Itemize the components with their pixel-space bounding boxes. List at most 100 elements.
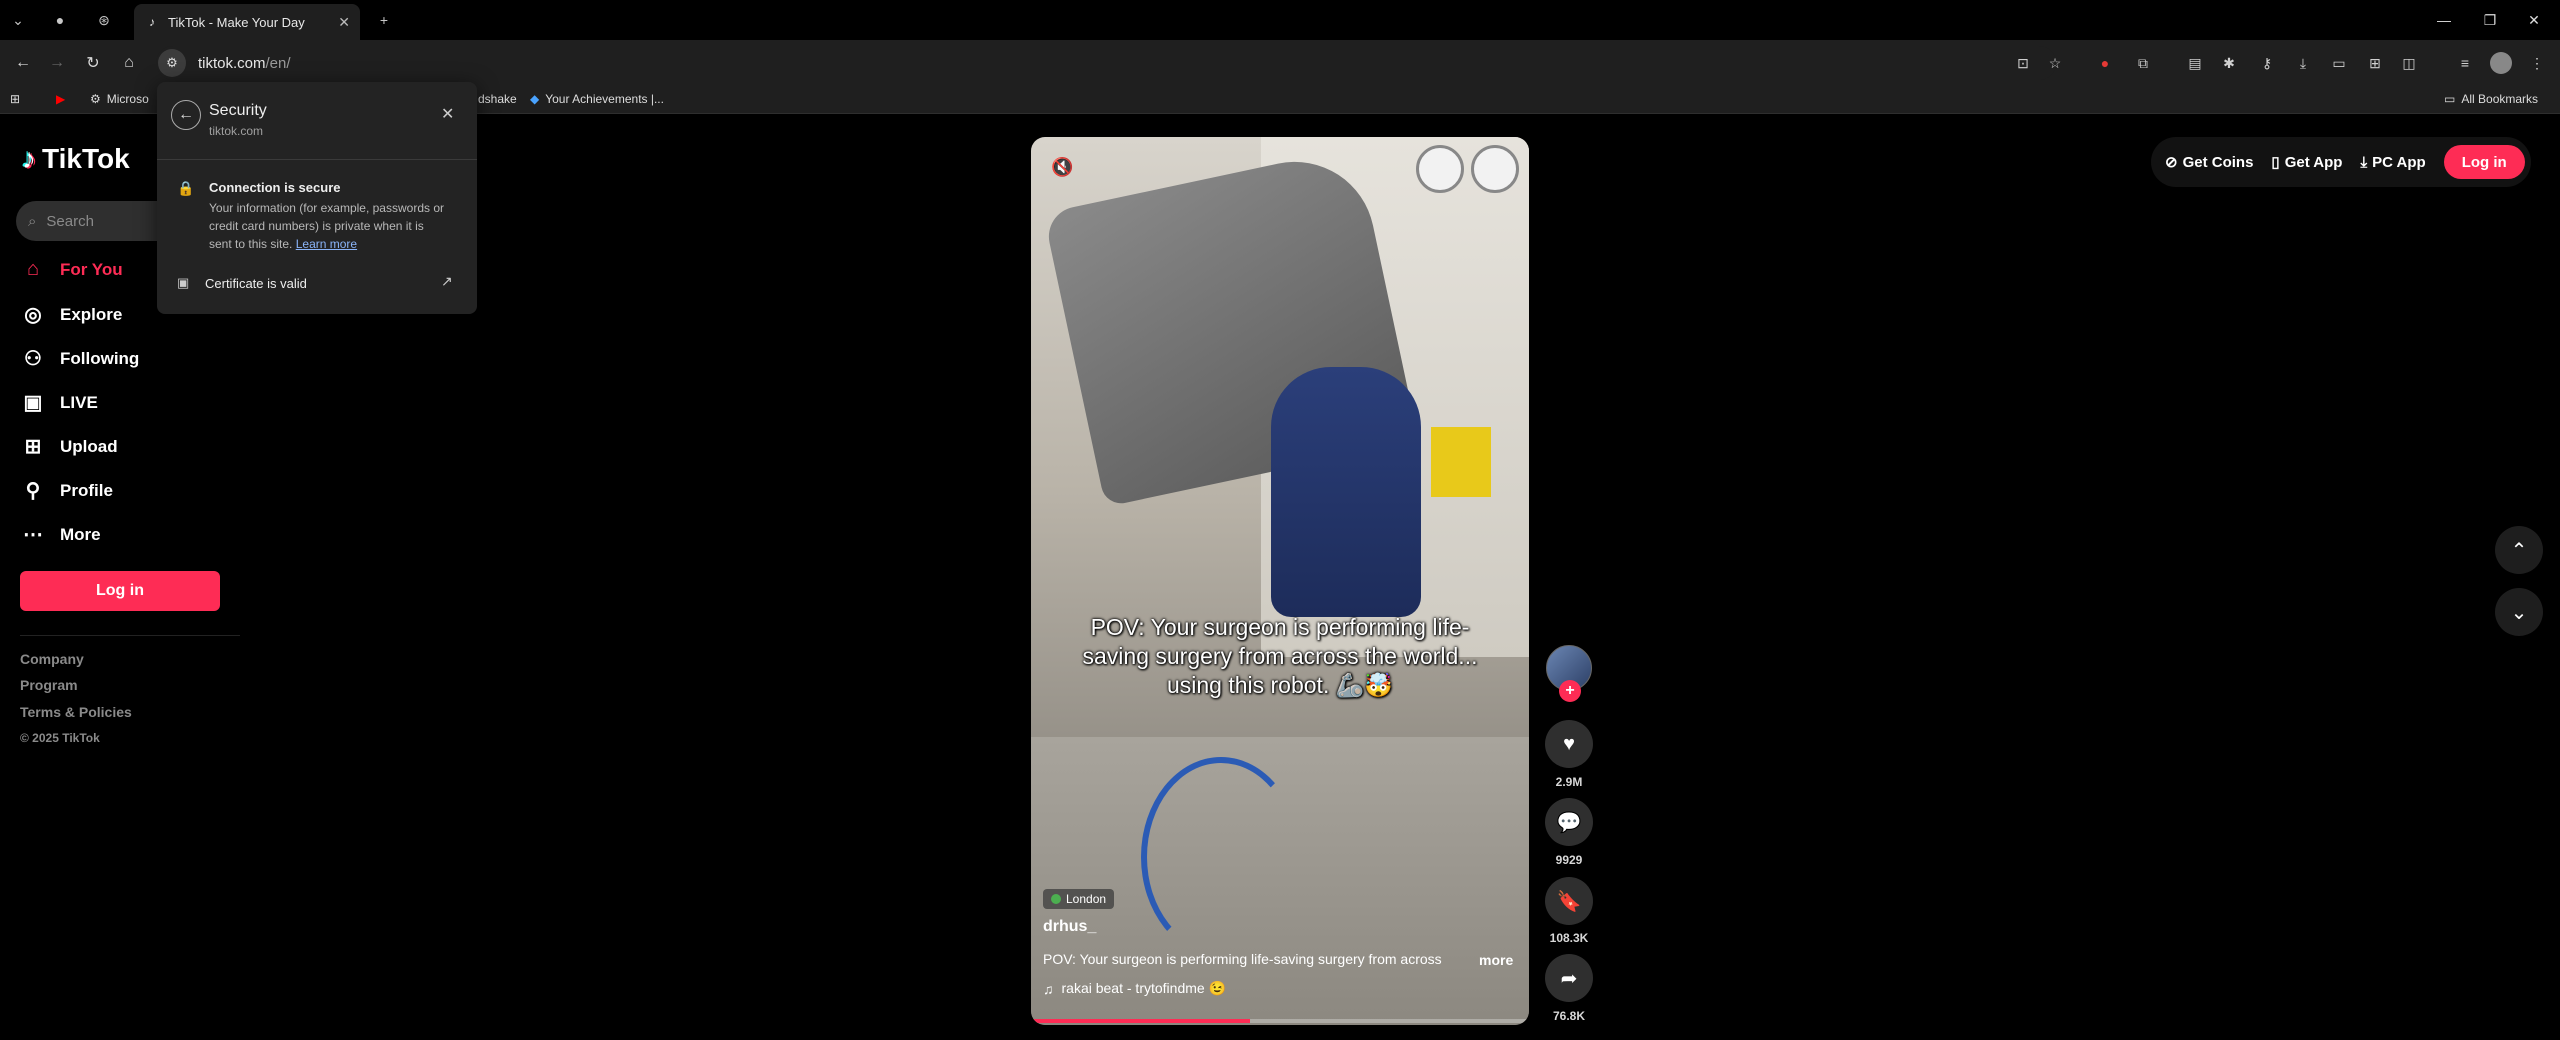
nav-for-you[interactable]: ⌂ For You: [20, 258, 123, 281]
share-button[interactable]: ➦: [1545, 954, 1593, 1002]
bug-icon[interactable]: ✱: [2218, 52, 2240, 74]
comment-button[interactable]: 💬: [1545, 798, 1593, 846]
coin-icon: ⊘: [2165, 154, 2178, 171]
pc-app-button[interactable]: ⤓ PC App: [2360, 154, 2425, 171]
tab-search-chevron-icon[interactable]: ⌄: [6, 8, 30, 32]
tab-title: TikTok - Make Your Day: [168, 14, 305, 30]
nav-following[interactable]: ⚇ Following: [20, 346, 139, 371]
video-frame-clock: [1416, 145, 1464, 193]
nav-profile[interactable]: ⚲ Profile: [20, 478, 113, 503]
url-text[interactable]: tiktok.com/en/: [198, 55, 291, 72]
site-info-icon[interactable]: ⚙: [158, 49, 186, 77]
youtube-icon[interactable]: ▶: [56, 92, 65, 106]
learn-more-link[interactable]: Learn more: [296, 237, 357, 251]
profile-avatar-icon[interactable]: [2490, 52, 2512, 74]
reload-icon[interactable]: ↻: [80, 50, 106, 76]
heart-icon: ♥: [1563, 732, 1575, 755]
sidebar-icon[interactable]: ◫: [2398, 52, 2420, 74]
close-window-icon[interactable]: ✕: [2514, 6, 2554, 34]
install-app-icon[interactable]: ⊡: [2012, 52, 2034, 74]
menu-kebab-icon[interactable]: ⋮: [2526, 52, 2548, 74]
all-bookmarks[interactable]: ▭ All Bookmarks: [2444, 92, 2538, 106]
browser-titlebar: ⌄ ● ⊛ ♪ TikTok - Make Your Day ✕ + — ❐ ✕: [0, 0, 2560, 40]
location-badge[interactable]: London: [1043, 889, 1115, 909]
share-count: 76.8K: [1552, 1009, 1586, 1023]
comment-icon: 💬: [1556, 811, 1582, 834]
media-control-icon[interactable]: ≡: [2454, 52, 2476, 74]
openai-tab-icon[interactable]: ⊛: [92, 8, 116, 32]
address-bar[interactable]: ⚙ tiktok.com/en/: [156, 46, 2056, 80]
cast-icon[interactable]: ▭: [2328, 52, 2350, 74]
video-username[interactable]: drhus_: [1043, 918, 1096, 936]
music-info[interactable]: ♫ rakai beat - trytofindme 😉: [1043, 980, 1226, 997]
bookmark-dshake[interactable]: dshake: [478, 92, 517, 106]
extension-red-icon[interactable]: ●: [2094, 52, 2116, 74]
microsoft-learn-icon: ◆: [530, 92, 540, 106]
forward-icon[interactable]: →: [44, 50, 70, 76]
video-description: POV: Your surgeon is performing life-sav…: [1043, 951, 1442, 967]
download-icon[interactable]: ⤓: [2292, 52, 2314, 74]
follow-plus-icon[interactable]: +: [1559, 680, 1581, 702]
compass-icon: ◎: [24, 304, 42, 326]
scroll-up-button[interactable]: ⌃: [2495, 526, 2543, 574]
upload-icon: ⊞: [24, 436, 42, 458]
video-player[interactable]: 🔇 POV: Your surgeon is performing life-s…: [1031, 137, 1529, 1025]
github-tab-icon[interactable]: ●: [48, 8, 72, 32]
bookmark-achievements[interactable]: ◆ Your Achievements |...: [530, 92, 664, 106]
video-progress-bar[interactable]: [1031, 1019, 1529, 1023]
tiktok-note-icon: ♪: [22, 143, 36, 174]
popup-title: Security: [209, 102, 267, 119]
grid-icon[interactable]: ⊞: [2364, 52, 2386, 74]
footer-company[interactable]: Company: [20, 651, 84, 667]
popup-close-icon[interactable]: ✕: [441, 104, 454, 124]
profile-icon: ⚲: [25, 480, 41, 502]
search-icon: ⌕: [28, 212, 37, 230]
restore-icon[interactable]: ❐: [2470, 6, 2510, 34]
popup-back-button[interactable]: ←: [171, 100, 201, 130]
nav-explore[interactable]: ◎ Explore: [20, 302, 122, 327]
video-frame-surgeon: [1271, 367, 1421, 617]
popup-domain: tiktok.com: [209, 124, 264, 138]
sidebar-login-button[interactable]: Log in: [20, 571, 220, 611]
close-tab-icon[interactable]: ✕: [338, 14, 350, 31]
music-note-icon: ♫: [1043, 980, 1054, 997]
nav-upload[interactable]: ⊞ Upload: [20, 434, 118, 459]
header-login-button[interactable]: Log in: [2443, 145, 2525, 179]
connection-title: Connection is secure: [209, 180, 341, 195]
key-icon[interactable]: ⚷: [2256, 52, 2278, 74]
footer-terms[interactable]: Terms & Policies: [20, 704, 132, 720]
get-app-button[interactable]: ▯ Get App: [2271, 153, 2342, 172]
security-popup-header: ← Security tiktok.com ✕: [157, 82, 477, 160]
copyright: © 2025 TikTok: [20, 731, 100, 745]
back-icon[interactable]: ←: [10, 50, 36, 76]
bookmark-microsoft[interactable]: ⚙ Microso: [90, 92, 149, 106]
mute-icon[interactable]: 🔇: [1051, 157, 1073, 178]
certificate-status[interactable]: Certificate is valid: [205, 276, 307, 291]
new-tab-icon[interactable]: +: [372, 8, 396, 32]
home-icon: ⌂: [26, 258, 40, 280]
reading-list-icon[interactable]: ▤: [2184, 52, 2206, 74]
like-button[interactable]: ♥: [1545, 720, 1593, 768]
extensions-puzzle-icon[interactable]: ⧉: [2132, 52, 2154, 74]
footer-program[interactable]: Program: [20, 677, 78, 693]
apps-grid-icon[interactable]: ⊞: [10, 92, 20, 106]
scroll-down-button[interactable]: ⌄: [2495, 588, 2543, 636]
external-link-icon[interactable]: ↗: [441, 273, 453, 290]
comment-count: 9929: [1555, 853, 1583, 867]
bookmark-star-icon[interactable]: ☆: [2044, 52, 2066, 74]
more-button[interactable]: more: [1479, 952, 1513, 968]
nav-live[interactable]: ▣ LIVE: [20, 390, 98, 415]
home-icon[interactable]: ⌂: [116, 50, 142, 76]
tab-tiktok[interactable]: ♪ TikTok - Make Your Day ✕: [134, 4, 360, 40]
get-coins-button[interactable]: ⊘ Get Coins: [2165, 153, 2253, 172]
download-icon: ⤓: [2360, 153, 2368, 171]
tiktok-logo[interactable]: ♪ TikTok: [22, 143, 130, 175]
bookmark-icon: 🔖: [1556, 890, 1582, 913]
nav-more[interactable]: ⋯ More: [20, 522, 101, 547]
video-frame-clock: [1471, 145, 1519, 193]
arrow-left-icon: ←: [178, 106, 194, 123]
minimize-icon[interactable]: —: [2424, 6, 2464, 34]
video-progress-fill: [1031, 1019, 1251, 1023]
save-button[interactable]: 🔖: [1545, 877, 1593, 925]
share-icon: ➦: [1560, 967, 1578, 990]
